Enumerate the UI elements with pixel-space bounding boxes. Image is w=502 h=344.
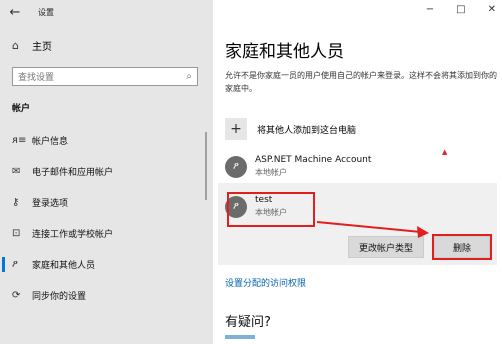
avatar-icon: ዖ (225, 155, 247, 178)
account-name: ASP.NET Machine Account (255, 155, 372, 165)
faq-link-fragment[interactable] (225, 335, 255, 339)
page-description: 允许不是你家庭一员的用户使用自己的帐户来登录。这样不会将其添加到你的家庭中。 (225, 71, 497, 93)
section-title: 帐户 (12, 104, 31, 114)
sidebar: ← 设置 ⌂ 主页 查找设置 ⌕ 帐户 ᴙ≡ 帐户信息 ✉ 电子邮件和应用帐户 … (0, 0, 213, 344)
person-icon: ዖ (12, 259, 18, 270)
sidebar-item-label: 帐户信息 (32, 137, 69, 147)
faq-heading: 有疑问? (225, 315, 271, 330)
change-account-type-button[interactable]: 更改帐户类型 (348, 236, 424, 258)
sync-icon: ⟳ (12, 290, 21, 301)
sidebar-item-label: 连接工作或学校帐户 (32, 230, 114, 240)
briefcase-icon: ⊡ (12, 228, 21, 239)
annotation-marker-icon: ▲ (442, 148, 448, 156)
sidebar-item-label: 同步你的设置 (32, 292, 87, 302)
sidebar-item-sync[interactable]: ⟳ 同步你的设置 (0, 280, 213, 311)
search-placeholder: 查找设置 (18, 73, 55, 83)
add-other-user-button[interactable]: + 将其他人添加到这台电脑 (225, 118, 356, 140)
account-type: 本地帐户 (255, 168, 287, 177)
plus-icon: + (225, 118, 247, 140)
back-arrow-icon[interactable]: ← (0, 5, 30, 20)
sidebar-item-work-school[interactable]: ⊡ 连接工作或学校帐户 (0, 218, 213, 249)
home-icon: ⌂ (12, 39, 19, 52)
main-panel: − □ ✕ 家庭和其他人员 允许不是你家庭一员的用户使用自己的帐户来登录。这样不… (213, 0, 502, 344)
annotation-highlight-box (227, 192, 315, 227)
app-title: 设置 (38, 7, 54, 17)
home-label: 主页 (32, 42, 52, 53)
sidebar-item-family[interactable]: ዖ 家庭和其他人员 (0, 249, 213, 280)
sidebar-item-label: 登录选项 (32, 199, 69, 209)
sidebar-nav: ᴙ≡ 帐户信息 ✉ 电子邮件和应用帐户 ⚷ 登录选项 ⊡ 连接工作或学校帐户 ዖ… (0, 125, 213, 311)
home-link[interactable]: ⌂ 主页 (12, 38, 52, 53)
sidebar-item-sign-in-options[interactable]: ⚷ 登录选项 (0, 187, 213, 218)
search-icon[interactable]: ⌕ (186, 71, 192, 82)
sidebar-item-label: 电子邮件和应用帐户 (32, 168, 114, 178)
sidebar-item-email-accounts[interactable]: ✉ 电子邮件和应用帐户 (0, 156, 213, 187)
sidebar-item-label: 家庭和其他人员 (32, 261, 96, 271)
assigned-access-link[interactable]: 设置分配的访问权限 (225, 276, 306, 289)
minimize-icon[interactable]: − (426, 4, 434, 15)
key-icon: ⚷ (12, 197, 20, 208)
delete-button[interactable]: 删除 (432, 234, 492, 260)
account-item[interactable]: ዖ ASP.NET Machine Account 本地帐户 (225, 155, 371, 178)
person-list-icon: ᴙ≡ (12, 135, 27, 146)
page-title: 家庭和其他人员 (225, 42, 344, 62)
close-icon[interactable]: ✕ (488, 4, 496, 15)
search-input[interactable]: 查找设置 ⌕ (12, 67, 198, 86)
maximize-icon[interactable]: □ (456, 4, 465, 15)
sidebar-item-account-info[interactable]: ᴙ≡ 帐户信息 (0, 125, 213, 156)
title-bar: ← 设置 (0, 0, 54, 24)
add-other-user-label: 将其他人添加到这台电脑 (257, 125, 357, 136)
window-controls: − □ ✕ (426, 4, 496, 15)
mail-icon: ✉ (12, 166, 21, 177)
